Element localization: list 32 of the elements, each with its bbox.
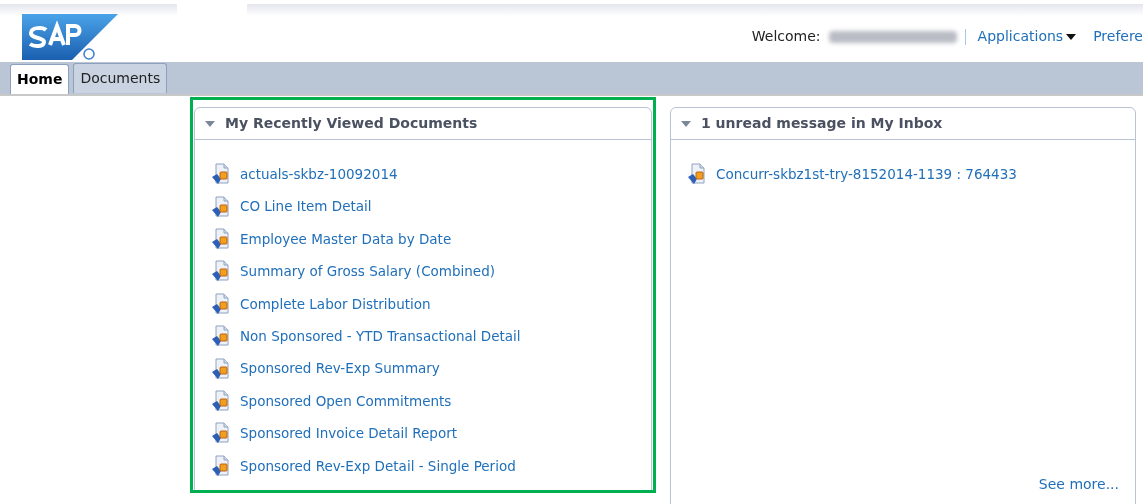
see-more-link[interactable]: See more... xyxy=(1038,474,1119,495)
document-link[interactable]: actuals-skbz-10092014 xyxy=(240,164,398,185)
document-link[interactable]: Sponsored Rev-Exp Detail - Single Period xyxy=(240,455,516,476)
document-link[interactable]: Sponsored Invoice Detail Report xyxy=(240,423,458,444)
document-icon xyxy=(211,422,231,445)
document-link[interactable]: Employee Master Data by Date xyxy=(240,228,452,250)
document-link[interactable]: Non Sponsored - YTD Transactional Detail xyxy=(240,326,521,347)
document-link[interactable]: Summary of Gross Salary (Combined) xyxy=(240,261,495,282)
document-icon xyxy=(687,163,707,186)
document-icon xyxy=(211,325,231,348)
document-icon xyxy=(211,260,231,283)
document-link[interactable]: Sponsored Rev-Exp Summary xyxy=(240,358,440,379)
collapse-icon[interactable] xyxy=(205,120,215,127)
document-icon xyxy=(211,195,231,218)
tab[interactable]: Documents xyxy=(73,63,168,93)
document-icon xyxy=(211,163,231,186)
header-link[interactable]: Prefere xyxy=(1093,26,1143,47)
tab[interactable]: Home xyxy=(10,64,70,94)
panel-title: My Recently Viewed Documents xyxy=(225,114,478,133)
welcome-label: Welcome: xyxy=(751,27,821,46)
document-link[interactable]: Complete Labor Distribution xyxy=(240,293,431,314)
document-icon xyxy=(211,454,231,477)
document-icon xyxy=(211,292,231,315)
document-link[interactable]: Sponsored Open Commitments xyxy=(240,390,452,412)
document-link[interactable]: Concurr-skbz1st-try-8152014-1139 : 764433 xyxy=(716,164,1017,185)
document-icon xyxy=(211,227,231,250)
collapse-icon[interactable] xyxy=(681,120,691,127)
header-link[interactable]: Applications xyxy=(977,26,1077,47)
document-link[interactable]: CO Line Item Detail xyxy=(240,196,372,217)
document-icon xyxy=(211,389,231,412)
panel-title: 1 unread message in My Inbox xyxy=(701,114,943,133)
document-icon xyxy=(211,357,231,380)
